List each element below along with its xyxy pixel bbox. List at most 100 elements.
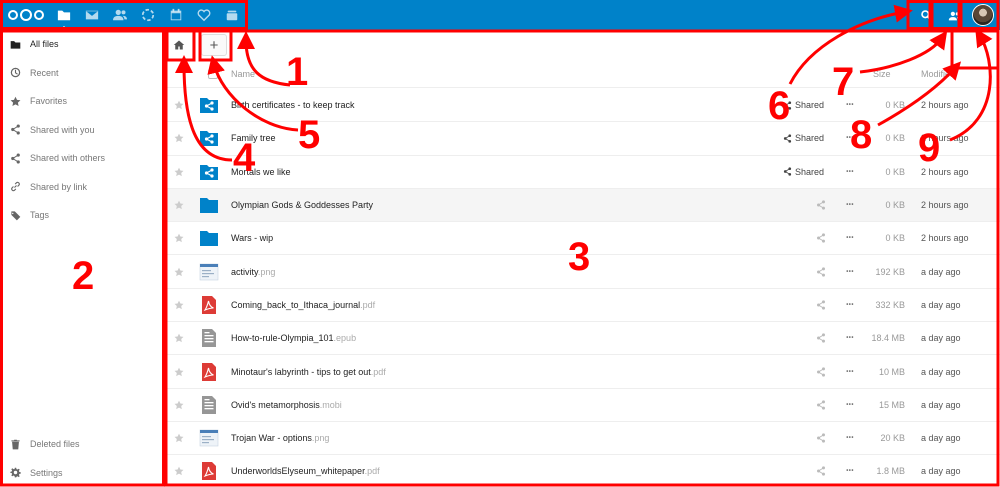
- file-size: 332 KB: [875, 299, 905, 310]
- more-actions-icon[interactable]: •••: [846, 201, 854, 209]
- shared-folder-icon[interactable]: [199, 95, 219, 115]
- sidebar-footer: Deleted files Settings: [0, 430, 164, 487]
- file-size: 15 MB: [878, 399, 905, 410]
- file-row[interactable]: Minotaur's labyrinth - tips to get out.p…: [165, 355, 1000, 389]
- folder-icon[interactable]: [199, 195, 219, 215]
- pdf-icon[interactable]: [199, 461, 219, 481]
- favorite-star-icon[interactable]: [174, 167, 184, 177]
- sidebar-item-settings[interactable]: Settings: [0, 459, 164, 487]
- sidebar-item-shared-by-link[interactable]: Shared by link: [0, 173, 164, 202]
- nextcloud-logo[interactable]: [8, 7, 44, 23]
- file-row[interactable]: UnderworldsElyseum_whitepaper.pdf ••• 1.8 …: [165, 455, 1000, 487]
- annotation-number-9: 9: [918, 126, 941, 170]
- breadcrumb-home[interactable]: [165, 30, 193, 60]
- share-icon[interactable]: [816, 267, 826, 277]
- image-icon[interactable]: [199, 428, 219, 448]
- favorite-star-icon[interactable]: [174, 133, 184, 143]
- file-row[interactable]: Family tree Shared ••• 0 KB 2 hours ago: [165, 122, 1000, 156]
- file-name[interactable]: Birth certificates - to keep track: [231, 100, 355, 110]
- more-actions-icon[interactable]: •••: [846, 334, 854, 342]
- file-name[interactable]: UnderworldsElyseum_whitepaper.pdf: [231, 466, 380, 476]
- favorite-star-icon[interactable]: [174, 466, 184, 476]
- file-name[interactable]: Coming_back_to_Ithaca_journal.pdf: [231, 300, 375, 310]
- folder-icon[interactable]: [199, 228, 219, 248]
- share-icon[interactable]: [816, 466, 826, 477]
- favorite-star-icon[interactable]: [174, 333, 184, 343]
- favorite-star-icon[interactable]: [174, 100, 184, 110]
- file-name[interactable]: Wars - wip: [231, 233, 273, 243]
- more-actions-icon[interactable]: •••: [846, 268, 854, 276]
- file-row[interactable]: Trojan War - options.png ••• 20 KB a day ag…: [165, 422, 1000, 456]
- file-name[interactable]: Ovid's metamorphosis.mobi: [231, 400, 342, 410]
- pdf-icon[interactable]: [199, 362, 219, 382]
- shared-folder-icon[interactable]: [199, 162, 219, 182]
- more-actions-icon[interactable]: •••: [846, 434, 854, 442]
- user-avatar[interactable]: [972, 4, 994, 26]
- share-icon[interactable]: [816, 400, 826, 410]
- sidebar-item-all-files[interactable]: All files: [0, 30, 164, 59]
- shared-label: Shared: [794, 166, 824, 177]
- file-row[interactable]: Olympian Gods & Goddesses Party ••• 0 KB 2 …: [165, 188, 1000, 223]
- share-icon[interactable]: [816, 200, 826, 210]
- share-icon[interactable]: [816, 366, 826, 377]
- health-app-icon[interactable]: [190, 0, 218, 30]
- more-actions-icon[interactable]: •••: [846, 401, 854, 409]
- mail-app-icon[interactable]: [78, 0, 106, 30]
- file-row[interactable]: Mortals we like Shared ••• 0 KB 2 hours ago: [165, 156, 1000, 189]
- sidebar-item-shared-with-you[interactable]: Shared with you: [0, 116, 164, 145]
- contacts-app-icon[interactable]: [106, 0, 134, 30]
- file-name[interactable]: activity.png: [231, 267, 275, 277]
- annotation-number-4: 4: [233, 136, 256, 180]
- more-actions-icon[interactable]: •••: [846, 368, 854, 376]
- favorite-star-icon[interactable]: [174, 267, 184, 277]
- file-name[interactable]: Trojan War - options.png: [231, 433, 329, 443]
- file-name[interactable]: How-to-rule-Olympia_101.epub: [231, 333, 356, 343]
- shared-status-button[interactable]: Shared: [783, 133, 824, 143]
- select-all-checkbox[interactable]: [208, 68, 218, 79]
- favorite-star-icon[interactable]: [174, 300, 184, 310]
- file-basename: Olympian Gods & Goddesses Party: [231, 200, 374, 211]
- contacts-menu-button[interactable]: [940, 0, 968, 30]
- activity-app-icon[interactable]: [134, 0, 162, 30]
- sidebar-item-shared-with-others[interactable]: Shared with others: [0, 144, 164, 173]
- share-icon[interactable]: [816, 433, 826, 443]
- more-actions-icon[interactable]: •••: [846, 168, 854, 176]
- column-size-header[interactable]: Size: [873, 69, 891, 79]
- more-actions-icon[interactable]: •••: [846, 301, 854, 309]
- more-actions-icon[interactable]: •••: [846, 234, 854, 242]
- favorite-star-icon[interactable]: [174, 400, 184, 410]
- file-row[interactable]: Coming_back_to_Ithaca_journal.pdf ••• 332 …: [165, 289, 1000, 323]
- deck-app-icon[interactable]: [218, 0, 246, 30]
- doc-icon[interactable]: [199, 395, 219, 415]
- calendar-app-icon[interactable]: [162, 0, 190, 30]
- column-modified-header[interactable]: Modified: [921, 69, 955, 79]
- sidebar-item-recent[interactable]: Recent: [0, 59, 164, 88]
- favorite-star-icon[interactable]: [174, 233, 184, 243]
- pdf-icon[interactable]: [199, 295, 219, 315]
- shared-status-button[interactable]: Shared: [783, 167, 824, 177]
- doc-icon[interactable]: [199, 328, 219, 348]
- file-row[interactable]: Ovid's metamorphosis.mobi ••• 15 MB a day a…: [165, 389, 1000, 422]
- image-icon[interactable]: [199, 262, 219, 282]
- sidebar-item-favorites[interactable]: Favorites: [0, 87, 164, 116]
- favorite-star-icon[interactable]: [174, 200, 184, 210]
- more-actions-icon[interactable]: •••: [846, 467, 854, 475]
- sidebar-item-deleted-files[interactable]: Deleted files: [0, 430, 164, 459]
- column-name-header[interactable]: Name: [231, 69, 255, 79]
- annotation-number-8: 8: [850, 113, 873, 157]
- files-app-icon[interactable]: [50, 0, 78, 30]
- favorite-star-icon[interactable]: [174, 367, 184, 377]
- file-size: 192 KB: [875, 266, 905, 277]
- sidebar-item-tags[interactable]: Tags: [0, 201, 164, 230]
- share-icon[interactable]: [816, 300, 826, 310]
- folder-icon: [10, 39, 21, 50]
- file-row[interactable]: How-to-rule-Olympia_101.epub ••• 18.4 MB a …: [165, 322, 1000, 356]
- search-button[interactable]: [912, 0, 940, 30]
- favorite-star-icon[interactable]: [174, 433, 184, 443]
- file-name[interactable]: Minotaur's labyrinth - tips to get out.p…: [231, 367, 386, 377]
- new-file-button[interactable]: +: [201, 34, 227, 56]
- share-icon[interactable]: [816, 233, 826, 243]
- share-icon[interactable]: [816, 333, 826, 343]
- shared-folder-icon[interactable]: [199, 128, 219, 148]
- file-name[interactable]: Olympian Gods & Goddesses Party: [231, 200, 373, 210]
